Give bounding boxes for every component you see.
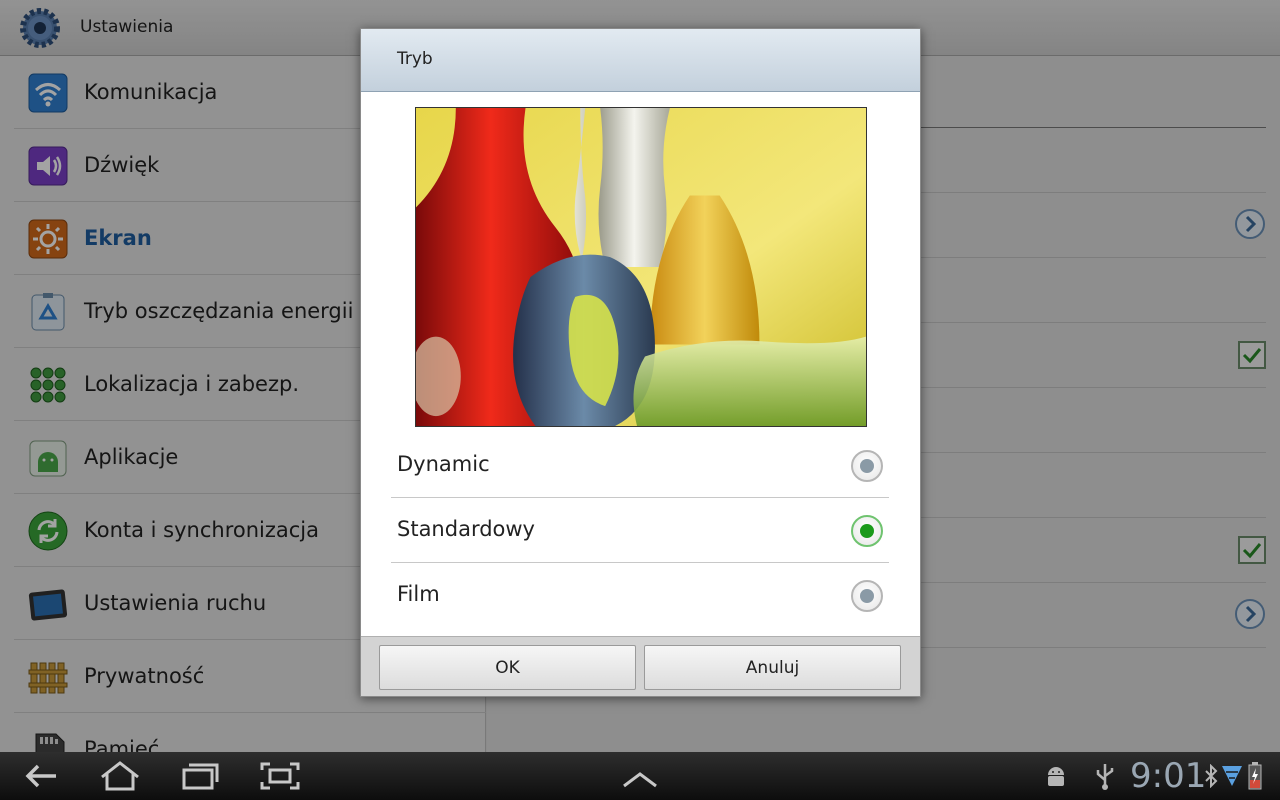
back-icon[interactable] bbox=[20, 760, 64, 792]
radio-button[interactable] bbox=[851, 450, 883, 482]
mode-option-standardowy[interactable]: Standardowy bbox=[391, 498, 889, 563]
mode-preview-image bbox=[415, 107, 867, 427]
dialog-header: Tryb bbox=[361, 29, 920, 92]
chevron-up-icon[interactable] bbox=[618, 764, 662, 796]
option-label: Dynamic bbox=[397, 452, 490, 476]
option-label: Standardowy bbox=[397, 517, 535, 541]
android-debug-icon bbox=[1048, 767, 1064, 786]
cancel-button[interactable]: Anuluj bbox=[644, 645, 901, 690]
usb-icon bbox=[1096, 764, 1114, 790]
radio-dot-icon bbox=[860, 459, 874, 473]
signal-icon bbox=[1222, 766, 1242, 786]
system-bar: 9:01 bbox=[0, 752, 1280, 800]
home-icon[interactable] bbox=[98, 760, 142, 792]
mode-option-film[interactable]: Film bbox=[391, 563, 889, 628]
mode-dialog: Tryb Dynamic Standardowy Film OK Anuluj bbox=[360, 28, 921, 697]
screenshot-icon[interactable] bbox=[258, 760, 302, 792]
radio-button[interactable] bbox=[851, 580, 883, 612]
radio-dot-icon bbox=[860, 524, 874, 538]
radio-button-selected[interactable] bbox=[851, 515, 883, 547]
battery-charging-icon bbox=[1248, 762, 1262, 790]
dialog-button-bar: OK Anuluj bbox=[361, 636, 920, 696]
ok-button[interactable]: OK bbox=[379, 645, 636, 690]
dialog-title: Tryb bbox=[397, 49, 433, 69]
recent-apps-icon[interactable] bbox=[178, 760, 222, 792]
status-clock: 9:01 bbox=[1130, 756, 1207, 796]
bluetooth-icon bbox=[1205, 764, 1218, 788]
mode-option-dynamic[interactable]: Dynamic bbox=[391, 433, 889, 498]
option-label: Film bbox=[397, 582, 440, 606]
radio-dot-icon bbox=[860, 589, 874, 603]
